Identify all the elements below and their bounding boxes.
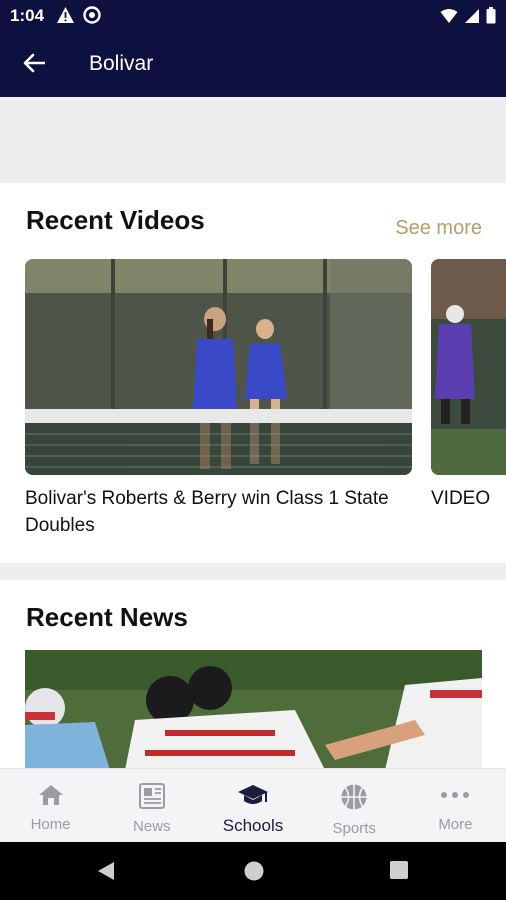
video-caption[interactable]: Bolivar's Roberts & Berry win Class 1 St… <box>25 485 412 539</box>
warning-icon <box>56 6 75 29</box>
wifi-icon <box>440 8 458 29</box>
signal-icon <box>464 8 480 29</box>
system-back-icon[interactable] <box>96 860 116 887</box>
nav-item-schools[interactable]: Schools <box>202 769 303 842</box>
page-title: Bolivar <box>89 52 154 75</box>
recent-videos-title: Recent Videos <box>26 205 205 235</box>
system-home-icon[interactable] <box>243 860 265 887</box>
video-thumbnail[interactable] <box>431 259 506 475</box>
home-icon <box>38 783 64 812</box>
recent-news-title: Recent News <box>26 602 188 632</box>
nav-item-home[interactable]: Home <box>0 769 101 842</box>
nav-item-more[interactable]: More <box>405 769 506 842</box>
more-dots-icon <box>439 783 471 812</box>
bottom-navigation: Home News Schools Sports More <box>0 768 506 842</box>
recent-news-section: Recent News <box>0 580 506 770</box>
nav-label-schools: Schools <box>222 816 284 835</box>
battery-icon <box>486 7 496 29</box>
status-time: 1:04 <box>10 6 45 25</box>
video-thumbnail[interactable] <box>25 259 412 475</box>
news-article-image[interactable] <box>25 650 482 770</box>
system-navigation-bar <box>0 842 506 900</box>
nav-label-sports: Sports <box>332 820 376 837</box>
app-bar: Bolivar <box>0 32 506 97</box>
arrow-back-icon <box>23 53 46 78</box>
sync-icon <box>83 6 101 29</box>
nav-item-sports[interactable]: Sports <box>304 769 405 842</box>
video-caption[interactable]: VIDEO <box>431 485 506 512</box>
back-button[interactable] <box>18 50 50 80</box>
graduation-cap-icon <box>237 783 269 812</box>
nav-label-more: More <box>438 816 473 833</box>
see-more-link[interactable]: See more <box>395 217 482 240</box>
nav-label-news: News <box>133 818 171 835</box>
status-bar: 1:04 <box>0 0 506 32</box>
newspaper-icon <box>137 783 167 814</box>
nav-item-news[interactable]: News <box>101 769 202 842</box>
video-card[interactable]: VIDEO <box>431 259 506 512</box>
video-card[interactable]: Bolivar's Roberts & Berry win Class 1 St… <box>25 259 412 539</box>
nav-label-home: Home <box>30 816 71 833</box>
recent-videos-section: Recent Videos See more Bolivar's Roberts… <box>0 183 506 563</box>
ad-banner-placeholder <box>0 97 506 183</box>
basketball-icon <box>340 783 368 816</box>
system-recents-icon[interactable] <box>389 860 409 885</box>
